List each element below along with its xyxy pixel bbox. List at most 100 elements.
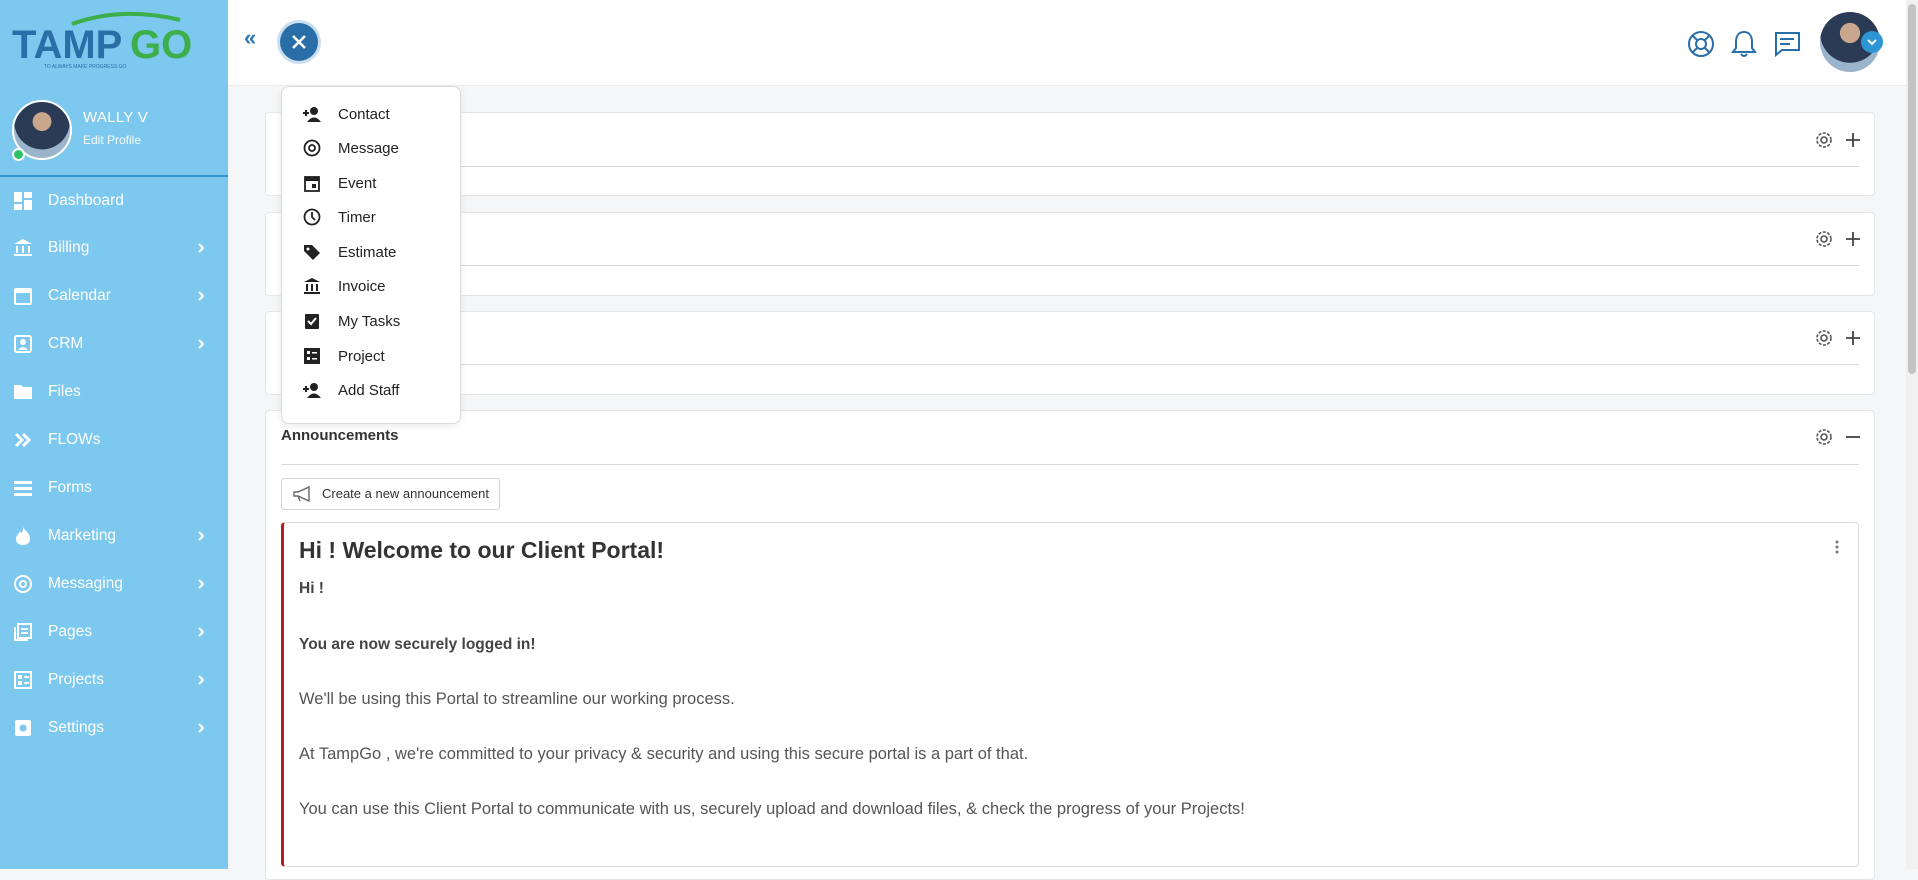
at-icon	[302, 138, 322, 158]
top-bar: «	[228, 0, 1908, 86]
folder-icon	[12, 381, 34, 403]
menu-item-estimate[interactable]: Estimate	[282, 235, 462, 269]
quick-add-menu: Contact Message Event Timer Estimate Inv…	[281, 86, 461, 424]
sidebar: TAMP GO TO ALWAYS MAKE PROGRESS GO WALLY…	[0, 0, 228, 869]
announcements-title: Announcements	[281, 427, 399, 444]
sidebar-item-projects[interactable]: Projects	[0, 656, 228, 704]
sidebar-nav: Dashboard Billing Calendar CRM Files FLO…	[0, 178, 228, 752]
sidebar-item-calendar[interactable]: Calendar	[0, 272, 228, 320]
task-check-icon	[302, 311, 322, 331]
menu-item-contact[interactable]: Contact	[282, 97, 462, 131]
svg-text:GO: GO	[130, 23, 192, 67]
divider	[281, 464, 1859, 465]
gear-icon[interactable]	[1814, 229, 1834, 249]
dashboard-icon	[12, 190, 34, 212]
svg-text:TAMP: TAMP	[12, 23, 122, 67]
gear-icon	[12, 717, 34, 739]
pages-icon	[12, 621, 34, 643]
menu-item-label: Event	[338, 174, 377, 192]
flame-icon	[12, 525, 34, 547]
sidebar-item-pages[interactable]: Pages	[0, 608, 228, 656]
chevron-right-icon	[198, 339, 205, 349]
sidebar-item-label: Files	[48, 383, 81, 400]
menu-item-my-tasks[interactable]: My Tasks	[282, 304, 462, 338]
chevron-right-icon	[198, 723, 205, 733]
sidebar-item-files[interactable]: Files	[0, 368, 228, 416]
announcement-paragraph: At TampGo , we're committed to your priv…	[299, 745, 1029, 763]
sidebar-item-settings[interactable]: Settings	[0, 704, 228, 752]
collapse-sidebar-icon[interactable]: «	[244, 27, 264, 52]
scrollbar-thumb[interactable]	[1908, 4, 1916, 374]
page-scrollbar[interactable]	[1906, 0, 1918, 869]
menu-item-invoice[interactable]: Invoice	[282, 269, 462, 303]
tag-icon	[302, 242, 322, 262]
support-lifebuoy-icon[interactable]	[1684, 27, 1718, 61]
menu-item-label: Project	[338, 347, 385, 365]
announcement-card: Hi ! Welcome to our Client Portal! Hi ! …	[281, 522, 1859, 867]
sidebar-item-dashboard[interactable]: Dashboard	[0, 178, 228, 224]
menu-item-add-staff[interactable]: Add Staff	[282, 373, 462, 407]
edit-profile-link[interactable]: Edit Profile	[83, 133, 141, 147]
announcement-paragraph: You can use this Client Portal to commun…	[299, 800, 1245, 818]
online-status-dot	[12, 148, 25, 161]
chevron-right-icon	[198, 531, 205, 541]
chevron-right-icon	[198, 243, 205, 253]
sidebar-item-label: Dashboard	[48, 192, 124, 209]
person-add-icon	[302, 380, 322, 400]
sidebar-item-marketing[interactable]: Marketing	[0, 512, 228, 560]
plus-icon[interactable]	[1844, 230, 1862, 248]
sidebar-item-label: Projects	[48, 671, 104, 688]
sidebar-item-forms[interactable]: Forms	[0, 464, 228, 512]
menu-item-timer[interactable]: Timer	[282, 200, 462, 234]
menu-item-message[interactable]: Message	[282, 131, 462, 165]
sidebar-item-label: Billing	[48, 239, 90, 256]
chevron-right-icon	[198, 675, 205, 685]
chevron-down-icon[interactable]	[1861, 31, 1883, 53]
sidebar-item-billing[interactable]: Billing	[0, 224, 228, 272]
menu-item-label: My Tasks	[338, 312, 401, 330]
gear-icon[interactable]	[1814, 427, 1834, 447]
chevron-right-icon	[198, 291, 205, 301]
create-announcement-label: Create a new announcement	[322, 486, 489, 501]
project-icon	[302, 346, 322, 366]
sidebar-item-crm[interactable]: CRM	[0, 320, 228, 368]
sidebar-item-flows[interactable]: FLOWs	[0, 416, 228, 464]
chevron-right-icon	[198, 627, 205, 637]
gear-icon[interactable]	[1814, 328, 1834, 348]
sidebar-item-label: Marketing	[48, 527, 117, 544]
dashboard-widget-1	[265, 112, 1875, 196]
close-quick-add-button[interactable]	[280, 23, 318, 61]
chat-message-icon[interactable]	[1770, 27, 1804, 61]
announcement-title: Hi ! Welcome to our Client Portal!	[299, 537, 665, 563]
menu-item-project[interactable]: Project	[282, 339, 462, 373]
plus-icon[interactable]	[1844, 131, 1862, 149]
divider	[281, 166, 1859, 167]
bank-icon	[12, 237, 34, 259]
close-icon	[292, 35, 306, 49]
calendar-icon	[12, 285, 34, 307]
at-icon	[12, 573, 34, 595]
dashboard-widget-3	[265, 311, 1875, 395]
sidebar-item-label: Forms	[48, 479, 92, 496]
calendar-event-icon	[302, 173, 322, 193]
divider	[281, 364, 1859, 365]
bank-icon	[302, 276, 322, 296]
menu-item-event[interactable]: Event	[282, 166, 462, 200]
megaphone-icon	[293, 485, 310, 503]
minus-icon[interactable]	[1844, 428, 1862, 446]
announcement-secure-line: You are now securely logged in!	[299, 636, 536, 653]
create-announcement-button[interactable]: Create a new announcement	[281, 478, 500, 510]
double-chevron-icon	[12, 429, 34, 451]
person-add-icon	[302, 104, 322, 124]
tampgo-logo[interactable]: TAMP GO TO ALWAYS MAKE PROGRESS GO	[12, 10, 216, 72]
gear-icon[interactable]	[1814, 130, 1834, 150]
announcements-widget: Announcements Create a new announcement …	[265, 410, 1875, 880]
kebab-menu-icon[interactable]	[1834, 539, 1840, 555]
menu-item-label: Timer	[338, 208, 376, 226]
sidebar-item-messaging[interactable]: Messaging	[0, 560, 228, 608]
menu-item-label: Estimate	[338, 243, 397, 261]
notification-bell-icon[interactable]	[1727, 27, 1761, 61]
plus-icon[interactable]	[1844, 329, 1862, 347]
sidebar-item-label: Messaging	[48, 575, 123, 592]
announcement-paragraph: We'll be using this Portal to streamline…	[299, 690, 735, 708]
